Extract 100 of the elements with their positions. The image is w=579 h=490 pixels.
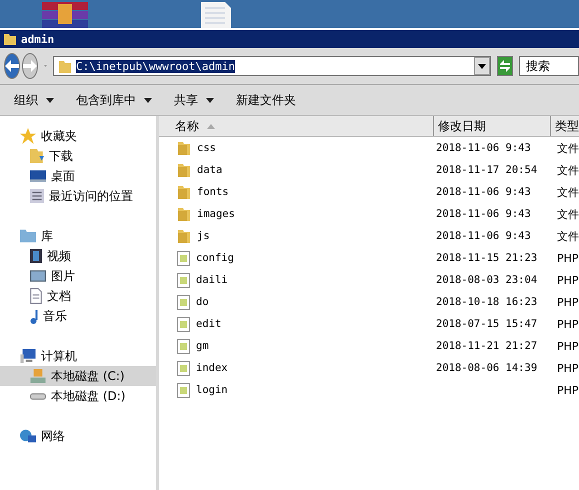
folder-icon: [177, 184, 191, 200]
file-name[interactable]: images: [197, 208, 235, 220]
address-field[interactable]: C:\inetpub\wwwroot\admin: [53, 56, 491, 76]
sidebar-item[interactable]: 最近访问的位置: [0, 186, 156, 206]
toolbar-button[interactable]: 组织: [6, 88, 62, 112]
file-type: 文件: [557, 184, 579, 200]
sidebar-item[interactable]: 本地磁盘 (C:): [0, 366, 156, 386]
back-button[interactable]: [4, 53, 20, 79]
sidebar-group[interactable]: 库: [0, 226, 156, 246]
modified-date: 2018-11-21 21:27: [436, 340, 538, 352]
sidebar-item[interactable]: 音乐: [0, 306, 156, 326]
folder-icon: [20, 229, 36, 243]
film-icon: [30, 249, 42, 263]
file-type: 文件: [557, 140, 579, 156]
modified-date: 2018-08-03 23:04: [436, 274, 538, 286]
column-header[interactable]: 名称: [159, 116, 434, 136]
search-field[interactable]: 搜索: [519, 56, 579, 76]
file-type: 文件: [557, 162, 579, 178]
modified-date: 2018-11-06 9:43: [436, 186, 531, 198]
script-file-icon: [177, 294, 190, 310]
script-file-icon: [177, 360, 190, 376]
file-name[interactable]: do: [196, 296, 209, 308]
sidebar-item[interactable]: 视频: [0, 246, 156, 266]
document-icon[interactable]: [200, 2, 232, 28]
file-type: 文件: [557, 228, 579, 244]
modified-date: 2018-07-15 15:47: [436, 318, 538, 330]
sidebar-item[interactable]: 下载: [0, 146, 156, 166]
modified-date: 2018-11-06 9:43: [436, 230, 531, 242]
sidebar-item[interactable]: 桌面: [0, 166, 156, 186]
column-header[interactable]: 修改日期: [434, 116, 551, 136]
column-header[interactable]: 类型: [551, 116, 579, 136]
file-name[interactable]: login: [196, 384, 228, 396]
sidebar-item[interactable]: 图片: [0, 266, 156, 286]
toolbar-button[interactable]: 共享: [166, 88, 222, 112]
address-path: C:\inetpub\wwwroot\admin: [76, 60, 235, 72]
recent-places-icon: [30, 189, 44, 203]
file-type: PHP: [557, 296, 579, 308]
folder-icon: [177, 228, 191, 244]
sidebar-item[interactable]: 本地磁盘 (D:): [0, 386, 156, 406]
computer-icon: [20, 349, 36, 363]
modified-date: 2018-11-15 21:23: [436, 252, 538, 264]
file-name[interactable]: index: [196, 362, 228, 374]
document-icon: [30, 288, 42, 304]
folder-icon: [3, 32, 17, 46]
caret-icon: [46, 98, 54, 102]
toolbar-button[interactable]: 新建文件夹: [228, 88, 304, 112]
file-name[interactable]: config: [196, 252, 234, 264]
file-type: PHP: [557, 340, 579, 352]
file-type: PHP: [557, 274, 579, 286]
caret-icon: [144, 98, 152, 102]
sidebar-group[interactable]: 计算机: [0, 346, 156, 366]
file-type: PHP: [557, 252, 579, 264]
left-arrow-icon: [5, 60, 19, 72]
file-type: PHP: [557, 362, 579, 374]
file-name[interactable]: edit: [196, 318, 222, 330]
file-type: 文件: [557, 206, 579, 222]
forward-button[interactable]: [22, 53, 38, 79]
file-name[interactable]: css: [197, 142, 216, 154]
desktop-icon: [30, 170, 46, 182]
folder-icon: [177, 140, 191, 156]
modified-date: 2018-11-06 9:43: [436, 208, 531, 220]
modified-date: 2018-10-18 16:23: [436, 296, 538, 308]
file-name[interactable]: daili: [196, 274, 228, 286]
folder-icon: [177, 206, 191, 222]
file-name[interactable]: js: [197, 230, 210, 242]
folder-icon: [58, 58, 72, 74]
refresh-icon: [498, 59, 512, 73]
file-type: PHP: [557, 318, 579, 330]
script-file-icon: [177, 338, 190, 354]
archive-app-icon[interactable]: [40, 2, 90, 28]
toolbar-button[interactable]: 包含到库中: [68, 88, 160, 112]
system-drive-icon: [30, 369, 46, 383]
script-file-icon: [177, 272, 190, 288]
star-icon: [20, 128, 36, 144]
file-name[interactable]: data: [197, 164, 222, 176]
image-icon: [30, 270, 46, 282]
sort-arrow-icon: [207, 124, 215, 128]
modified-date: 2018-11-17 20:54: [436, 164, 538, 176]
caret-icon: [206, 98, 214, 102]
file-name[interactable]: gm: [196, 340, 209, 352]
file-name[interactable]: fonts: [197, 186, 229, 198]
caret-icon: [478, 64, 486, 68]
folder-icon: [177, 162, 191, 178]
drive-icon: [30, 392, 46, 400]
right-arrow-icon: [23, 60, 37, 72]
window-title: admin: [21, 32, 54, 46]
sidebar-group[interactable]: 网络: [0, 426, 156, 446]
file-type: PHP: [557, 384, 579, 396]
music-note-icon: [30, 308, 38, 324]
script-file-icon: [177, 382, 190, 398]
modified-date: 2018-11-06 9:43: [436, 142, 531, 154]
sidebar-item[interactable]: 文档: [0, 286, 156, 306]
script-file-icon: [177, 250, 190, 266]
sidebar-group[interactable]: 收藏夹: [0, 126, 156, 146]
script-file-icon: [177, 316, 190, 332]
refresh-button[interactable]: [497, 56, 513, 76]
network-icon: [20, 429, 36, 443]
download-folder-icon: [30, 149, 44, 163]
dropdown-button[interactable]: [474, 57, 490, 75]
modified-date: 2018-08-06 14:39: [436, 362, 538, 374]
